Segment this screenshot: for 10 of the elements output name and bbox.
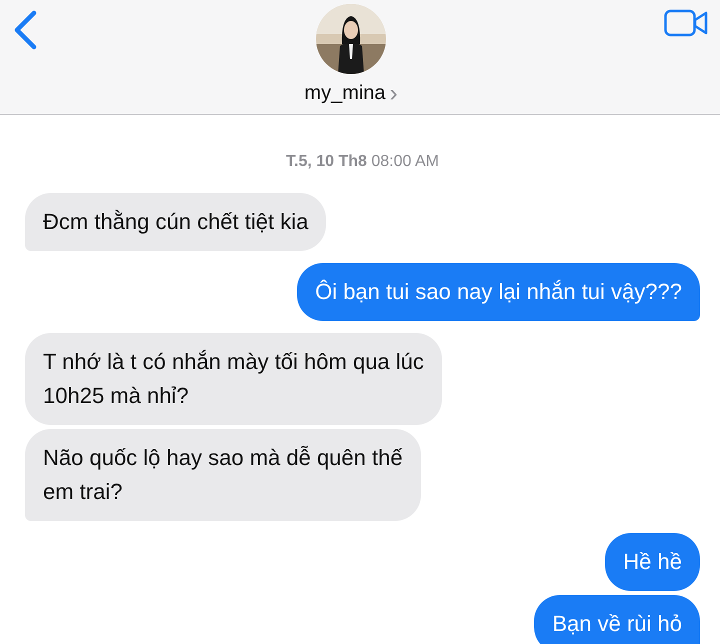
timestamp: T.5, 10 Th8 08:00 AM xyxy=(286,153,439,171)
video-camera-icon[interactable] xyxy=(664,8,708,38)
back-icon[interactable] xyxy=(12,10,38,50)
message-bubble: Bạn về rùi hỏ xyxy=(534,595,700,644)
message-bubble: Đcm thằng cún chết tiệt kia xyxy=(25,193,326,251)
message-bubble: T nhớ là t có nhắn mày tối hôm qua lúc 10h25 mà nhỉ? xyxy=(25,333,442,425)
contact-name[interactable]: my_mina xyxy=(304,82,386,105)
message-bubble: Ôi bạn tui sao nay lại nhắn tui vậy??? xyxy=(297,263,700,321)
message-bubble: Hề hề xyxy=(605,533,700,591)
message-bubble: Não quốc lộ hay sao mà dễ quên thế em trai? xyxy=(25,429,421,521)
